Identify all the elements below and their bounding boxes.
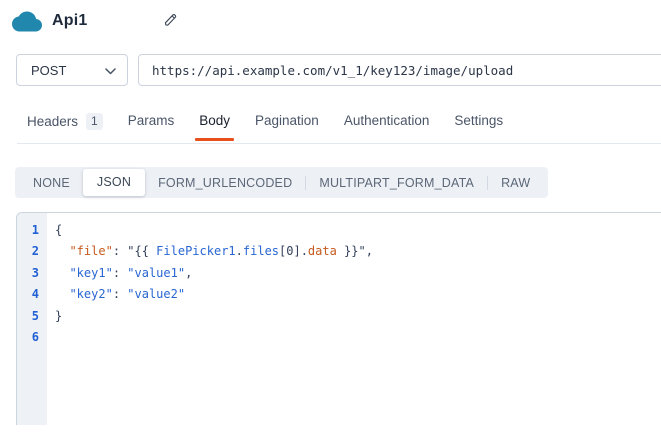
tab-authentication-label: Authentication (344, 113, 430, 128)
tab-settings[interactable]: Settings (452, 113, 505, 141)
tab-authentication[interactable]: Authentication (342, 113, 432, 141)
body-type-json[interactable]: JSON (83, 169, 145, 196)
tab-headers[interactable]: Headers 1 (25, 113, 105, 143)
code-line[interactable]: "key2": "value2" (55, 284, 661, 305)
code-lines[interactable]: { "file": "{{ FilePicker1.files[0].data … (47, 213, 661, 425)
code-line[interactable]: { (55, 220, 661, 241)
line-number: 3 (17, 263, 47, 284)
request-row: POST (16, 54, 661, 86)
request-tabs: Headers 1 Params Body Pagination Authent… (17, 113, 661, 144)
app-header: Api1 (0, 0, 661, 32)
line-number: 4 (17, 284, 47, 305)
body-type-none[interactable]: NONE (20, 176, 83, 190)
headers-count-badge: 1 (86, 113, 103, 130)
code-line[interactable]: } (55, 306, 661, 327)
edit-title-button[interactable] (163, 12, 178, 31)
tab-params-label: Params (128, 113, 175, 128)
line-number: 5 (17, 306, 47, 327)
body-type-selector: NONE JSON FORM_URLENCODED MULTIPART_FORM… (15, 167, 548, 198)
gutter: 123456 (17, 213, 47, 425)
page-title: Api1 (52, 12, 87, 30)
tab-params[interactable]: Params (126, 113, 177, 141)
code-line[interactable]: ​ (55, 327, 661, 348)
tab-body[interactable]: Body (197, 113, 232, 141)
chevron-down-icon (105, 63, 116, 78)
cloud-icon (12, 10, 42, 33)
tab-settings-label: Settings (454, 113, 503, 128)
code-line[interactable]: "file": "{{ FilePicker1.files[0].data }}… (55, 241, 661, 262)
url-input[interactable] (138, 54, 661, 86)
line-number: 6 (17, 327, 47, 348)
code-line[interactable]: "key1": "value1", (55, 263, 661, 284)
tab-body-label: Body (199, 113, 230, 128)
line-number: 2 (17, 241, 47, 262)
body-type-multipart-form-data[interactable]: MULTIPART_FORM_DATA (306, 176, 487, 190)
body-type-raw[interactable]: RAW (488, 176, 543, 190)
body-type-form-urlencoded[interactable]: FORM_URLENCODED (145, 176, 305, 190)
pencil-icon (163, 12, 178, 31)
tab-headers-label: Headers (27, 114, 78, 129)
line-number: 1 (17, 220, 47, 241)
method-select[interactable]: POST (16, 54, 128, 86)
tab-pagination[interactable]: Pagination (253, 113, 321, 141)
tab-pagination-label: Pagination (255, 113, 319, 128)
method-select-value: POST (31, 63, 66, 78)
json-body-editor[interactable]: 123456 { "file": "{{ FilePicker1.files[0… (16, 212, 661, 425)
